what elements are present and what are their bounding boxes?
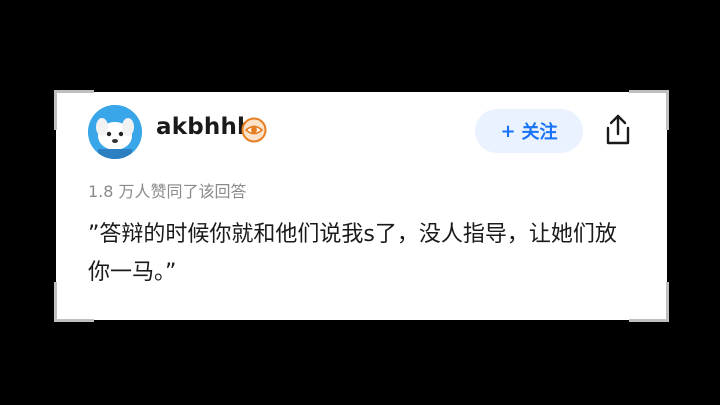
plus-icon: +	[500, 120, 516, 142]
eye-badge-icon	[241, 117, 267, 143]
username[interactable]: akbhhh	[156, 114, 254, 140]
follow-label: 关注	[521, 122, 558, 143]
corner-mark	[629, 90, 669, 130]
answer-text[interactable]: ”答辩的时候你就和他们说我s了，没人指导，让她们放你一马。”	[88, 216, 638, 292]
follow-button[interactable]: + 关注	[475, 109, 583, 153]
likes-count: 1.8 万人赞同了该回答	[88, 182, 247, 201]
answer-card: akbhhh + 关注 1.8 万人赞同了该回答 ”答辩的时候你就和他们说我s了…	[54, 90, 669, 322]
avatar[interactable]	[88, 105, 142, 159]
share-icon[interactable]	[602, 112, 634, 148]
dog-avatar-icon	[88, 105, 142, 159]
